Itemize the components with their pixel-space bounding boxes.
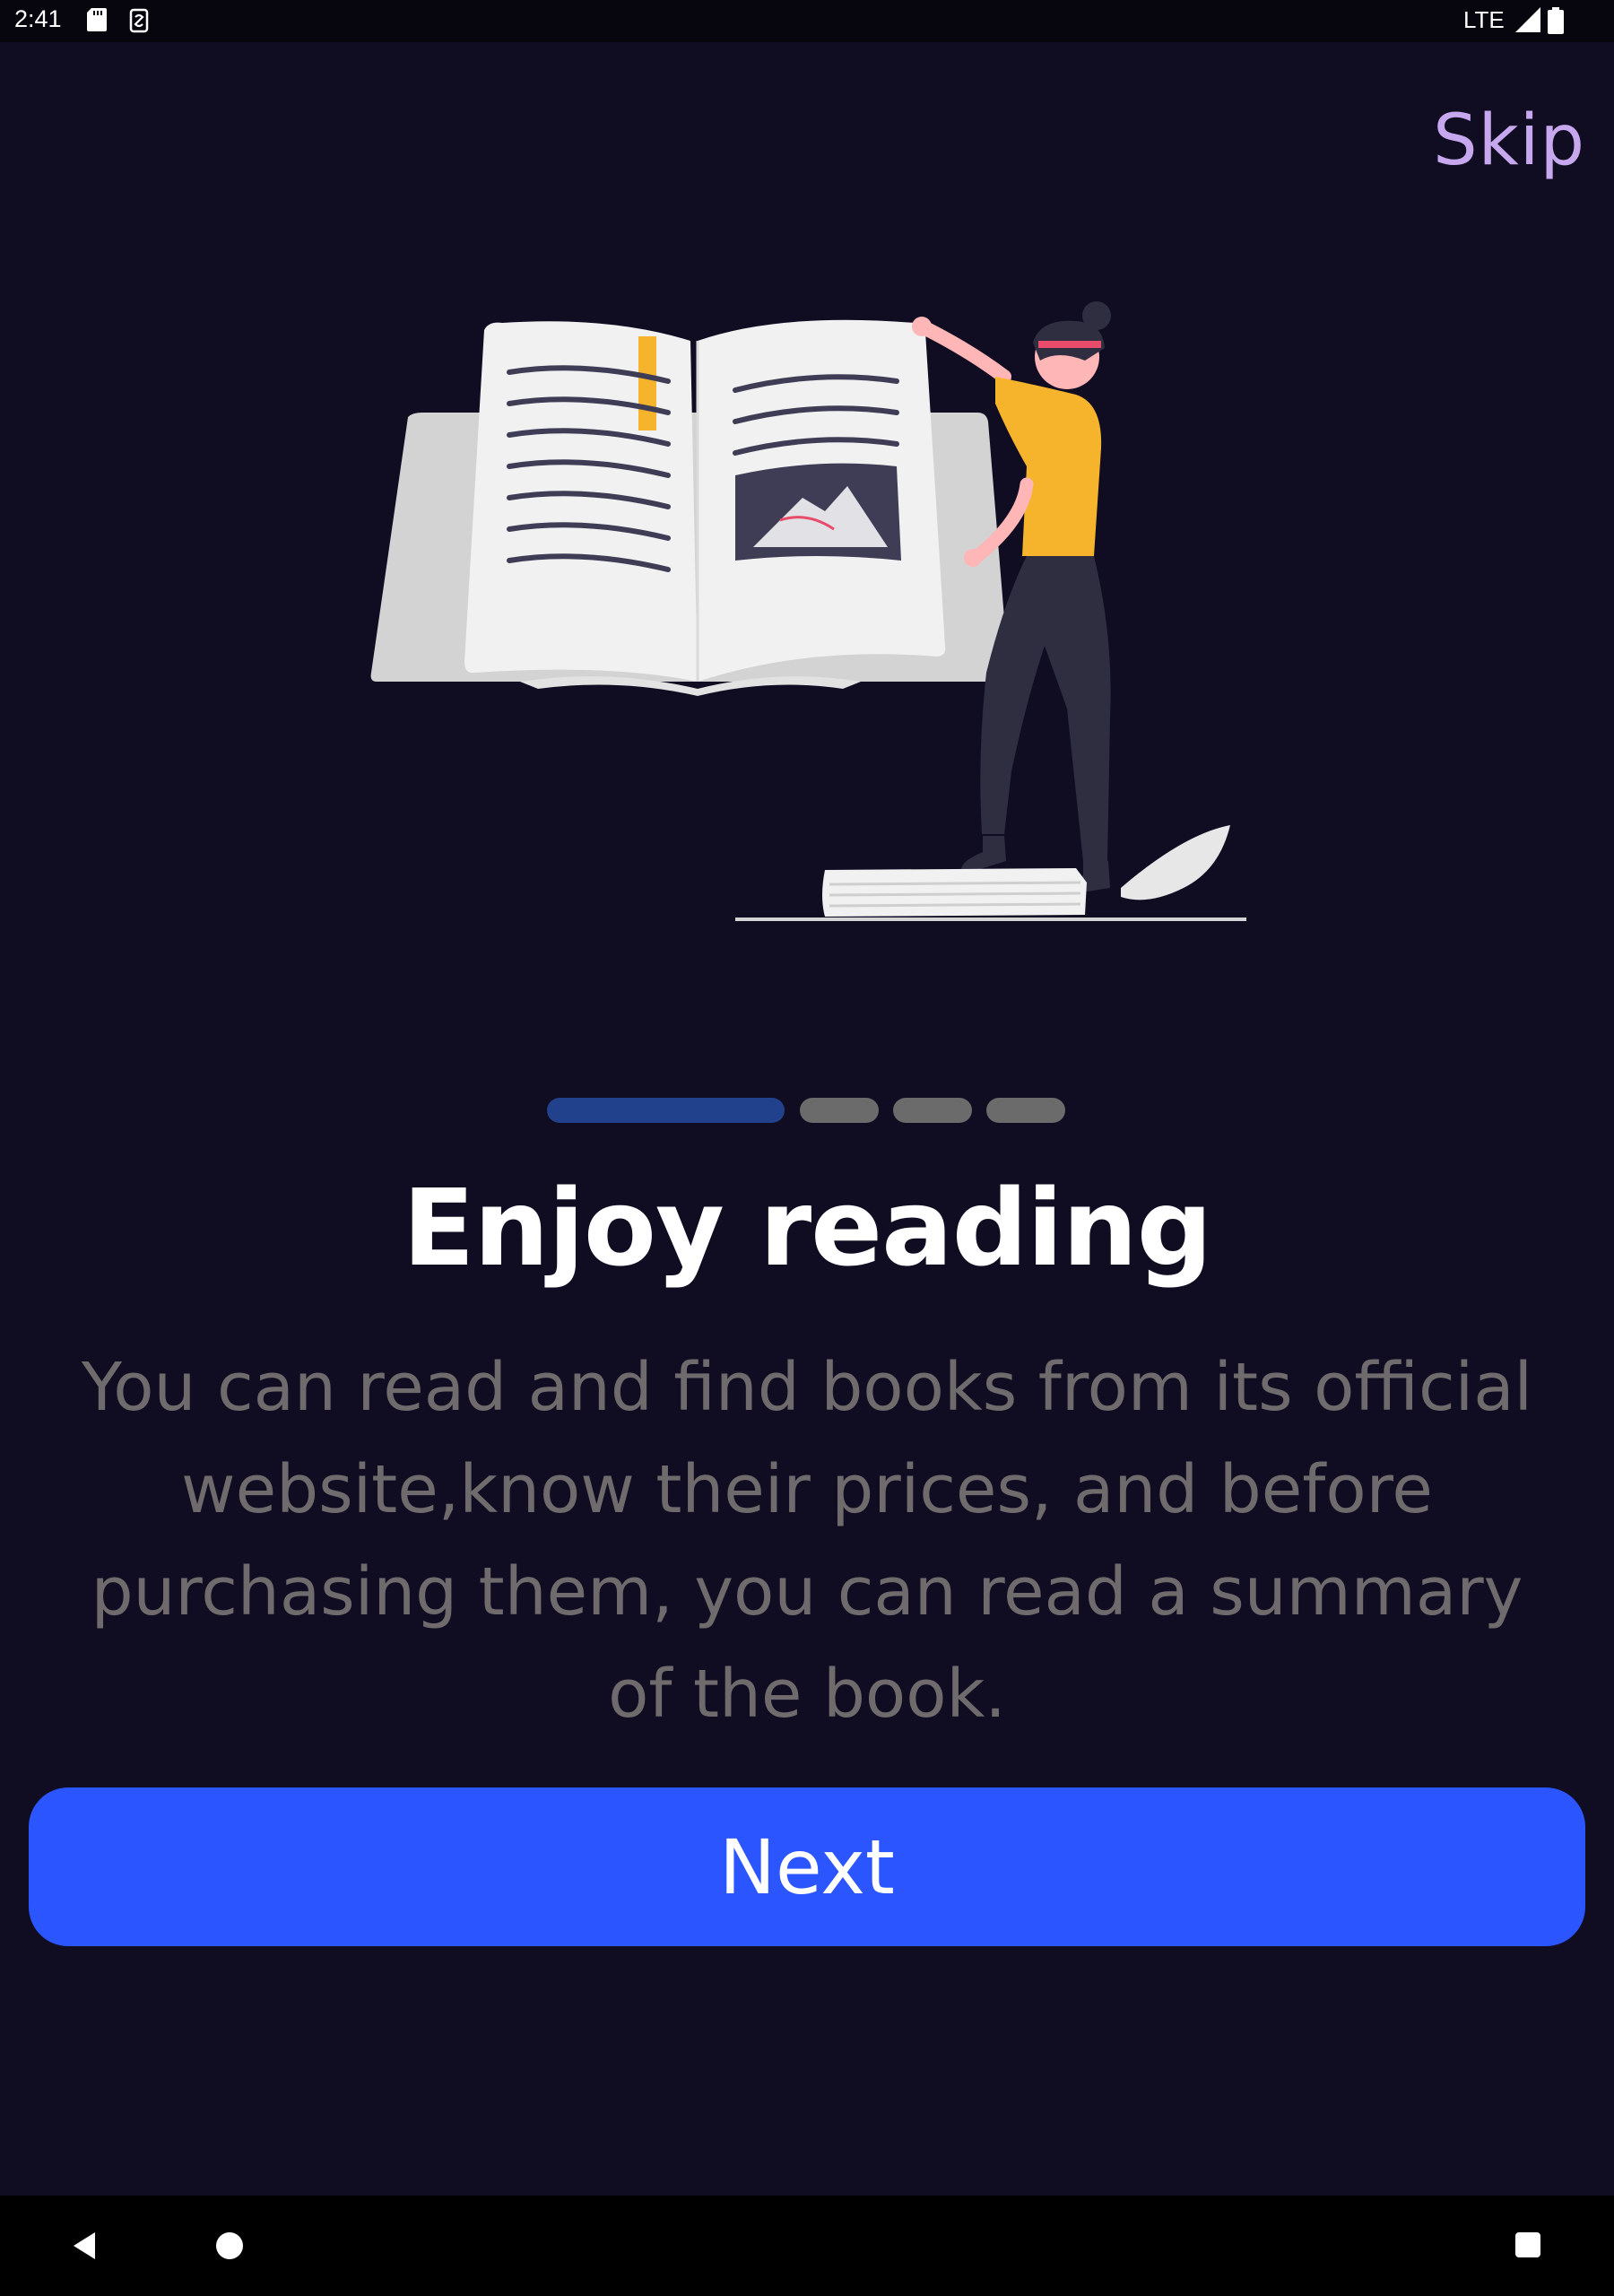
back-icon[interactable]	[70, 2231, 100, 2261]
page-indicator	[547, 1098, 1067, 1123]
home-icon[interactable]	[214, 2231, 245, 2261]
page-indicator-dot	[986, 1098, 1065, 1123]
onboarding-screen: 2:41 LTE Skip Enjoy reading You can read…	[0, 0, 1614, 2296]
network-label: LTE	[1463, 6, 1505, 33]
next-button[interactable]: Next	[29, 1787, 1585, 1946]
woman-with-open-book-illustration	[370, 301, 1246, 921]
recents-icon[interactable]	[1514, 2231, 1542, 2259]
sim-icon	[129, 8, 149, 33]
signal-icon	[1515, 7, 1540, 32]
page-indicator-dot	[800, 1098, 879, 1123]
page-indicator-dot	[893, 1098, 972, 1123]
battery-icon	[1548, 7, 1564, 34]
page-title: Enjoy reading	[402, 1166, 1212, 1290]
page-indicator-dot-active	[547, 1098, 785, 1123]
sd-card-icon	[87, 8, 107, 31]
page-description: You can read and find books from its off…	[81, 1349, 1533, 1733]
status-time: 2:41	[14, 5, 62, 32]
skip-button[interactable]: Skip	[1433, 100, 1585, 181]
status-bar: 2:41 LTE	[0, 0, 1614, 42]
